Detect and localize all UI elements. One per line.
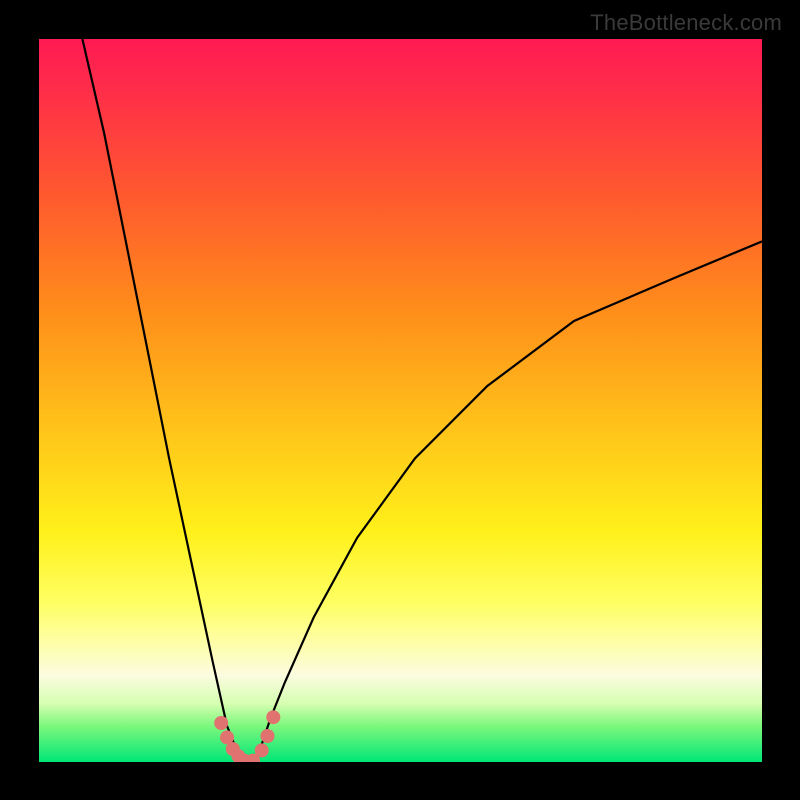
sample-marker (214, 716, 228, 730)
sample-markers-group (214, 710, 280, 762)
curve-path-group (82, 39, 762, 762)
watermark-label: TheBottleneck.com (590, 10, 782, 36)
chart-frame: TheBottleneck.com (0, 0, 800, 800)
sample-marker (255, 743, 269, 757)
sample-marker (266, 710, 280, 724)
bottleneck-curve-line (82, 39, 762, 762)
plot-area (39, 39, 762, 762)
sample-marker (261, 729, 275, 743)
bottleneck-curve-svg (39, 39, 762, 762)
